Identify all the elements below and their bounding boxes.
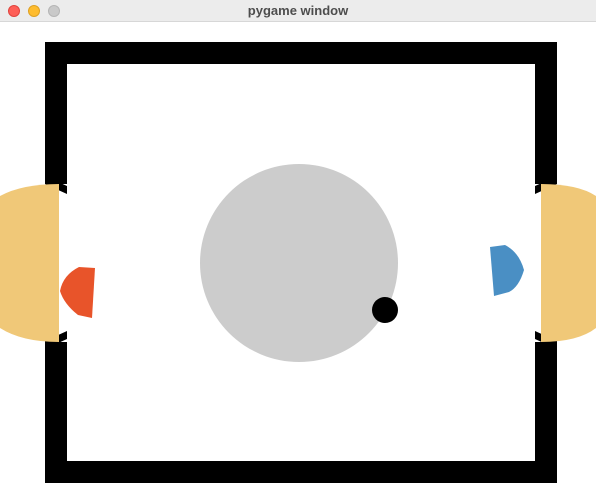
bottom-rink-wall — [45, 461, 557, 483]
right-mallet[interactable] — [490, 245, 524, 296]
left-goal-area — [0, 184, 59, 342]
right-upper-rink-wall — [535, 42, 557, 184]
game-canvas[interactable] — [0, 22, 596, 500]
puck[interactable] — [372, 297, 398, 323]
right-goal-area — [541, 184, 596, 342]
top-rink-wall — [45, 42, 557, 64]
window-title: pygame window — [247, 3, 349, 18]
left-upper-rink-wall — [45, 42, 67, 184]
right-lower-rink-wall — [535, 342, 557, 483]
window-titlebar[interactable]: pygame window — [0, 0, 596, 22]
pygame-window: pygame window — [0, 0, 596, 500]
left-lower-rink-wall — [45, 342, 67, 483]
center-circle — [200, 164, 398, 362]
air-hockey-field — [0, 42, 596, 483]
left-mallet[interactable] — [60, 267, 95, 318]
